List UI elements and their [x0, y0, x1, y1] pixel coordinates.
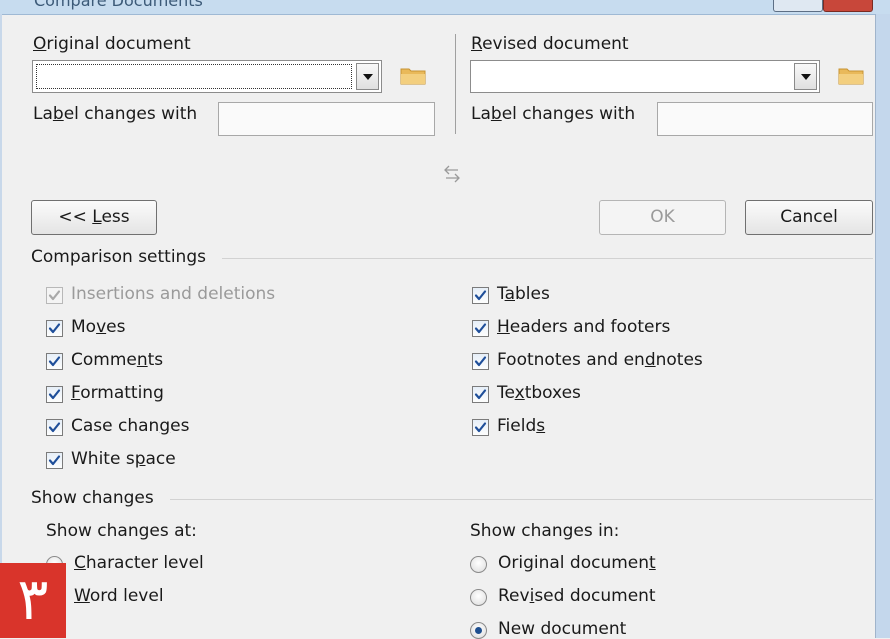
- checkbox[interactable]: [46, 419, 63, 436]
- swap-arrows-icon[interactable]: [441, 163, 463, 190]
- less-button[interactable]: << Less: [31, 200, 157, 235]
- folder-icon[interactable]: [838, 66, 864, 90]
- checkbox[interactable]: [46, 320, 63, 337]
- checkbox-label: Fields: [497, 416, 546, 436]
- dialog-title: Compare Documents: [34, 0, 203, 10]
- radio-button[interactable]: [470, 589, 487, 606]
- radio-label: Revised document: [498, 586, 656, 606]
- chevron-down-icon[interactable]: [794, 63, 817, 90]
- cancel-button[interactable]: Cancel: [745, 200, 873, 235]
- radio-label: Original document: [498, 553, 656, 573]
- original-document-label: Original document: [33, 34, 191, 54]
- vertical-divider: [455, 34, 456, 134]
- ok-button[interactable]: OK: [599, 200, 726, 235]
- group-divider: [222, 258, 873, 259]
- window-border-right: [875, 14, 890, 638]
- checkbox-label: Tables: [497, 284, 550, 304]
- radio-button[interactable]: [470, 556, 487, 573]
- checkbox-label: Textboxes: [497, 383, 581, 403]
- close-button[interactable]: [823, 0, 873, 12]
- page-number-badge: ٣: [0, 563, 66, 638]
- original-document-combobox[interactable]: [32, 60, 382, 93]
- checkbox-label: Headers and footers: [497, 317, 671, 337]
- revised-label-changes-label: Label changes with: [471, 104, 636, 124]
- checkbox[interactable]: [472, 320, 489, 337]
- group-divider: [170, 499, 873, 500]
- show-changes-at-label: Show changes at:: [46, 521, 197, 541]
- minimize-button[interactable]: [773, 0, 823, 12]
- radio-label: New document: [498, 619, 627, 639]
- checkbox-label: Comments: [71, 350, 164, 370]
- chevron-down-icon[interactable]: [356, 63, 379, 90]
- checkbox[interactable]: [46, 452, 63, 469]
- show-changes-heading: Show changes: [31, 488, 154, 508]
- window-border-left: [0, 14, 2, 638]
- folder-icon[interactable]: [400, 66, 426, 90]
- checkbox-label: Case changes: [71, 416, 190, 436]
- show-changes-in-label: Show changes in:: [470, 521, 620, 541]
- original-label-changes-field[interactable]: [218, 102, 435, 136]
- radio-label: Word level: [74, 586, 164, 606]
- checkbox: [46, 287, 63, 304]
- original-label-changes-label: Label changes with: [33, 104, 198, 124]
- revised-label-changes-field[interactable]: [657, 102, 873, 136]
- checkbox[interactable]: [472, 287, 489, 304]
- checkbox[interactable]: [472, 353, 489, 370]
- checkbox[interactable]: [46, 386, 63, 403]
- checkbox-label: Moves: [71, 317, 126, 337]
- radio-label: Character level: [74, 553, 204, 573]
- comparison-settings-heading: Comparison settings: [31, 247, 206, 267]
- revised-document-combobox[interactable]: [470, 60, 820, 93]
- checkbox-label: Footnotes and endnotes: [497, 350, 703, 370]
- checkbox-label: Formatting: [71, 383, 164, 403]
- checkbox[interactable]: [472, 419, 489, 436]
- checkbox-label: Insertions and deletions: [71, 284, 276, 304]
- checkbox-label: White space: [71, 449, 176, 469]
- radio-button[interactable]: [470, 622, 487, 639]
- revised-document-label: Revised document: [471, 34, 629, 54]
- checkbox[interactable]: [46, 353, 63, 370]
- checkbox[interactable]: [472, 386, 489, 403]
